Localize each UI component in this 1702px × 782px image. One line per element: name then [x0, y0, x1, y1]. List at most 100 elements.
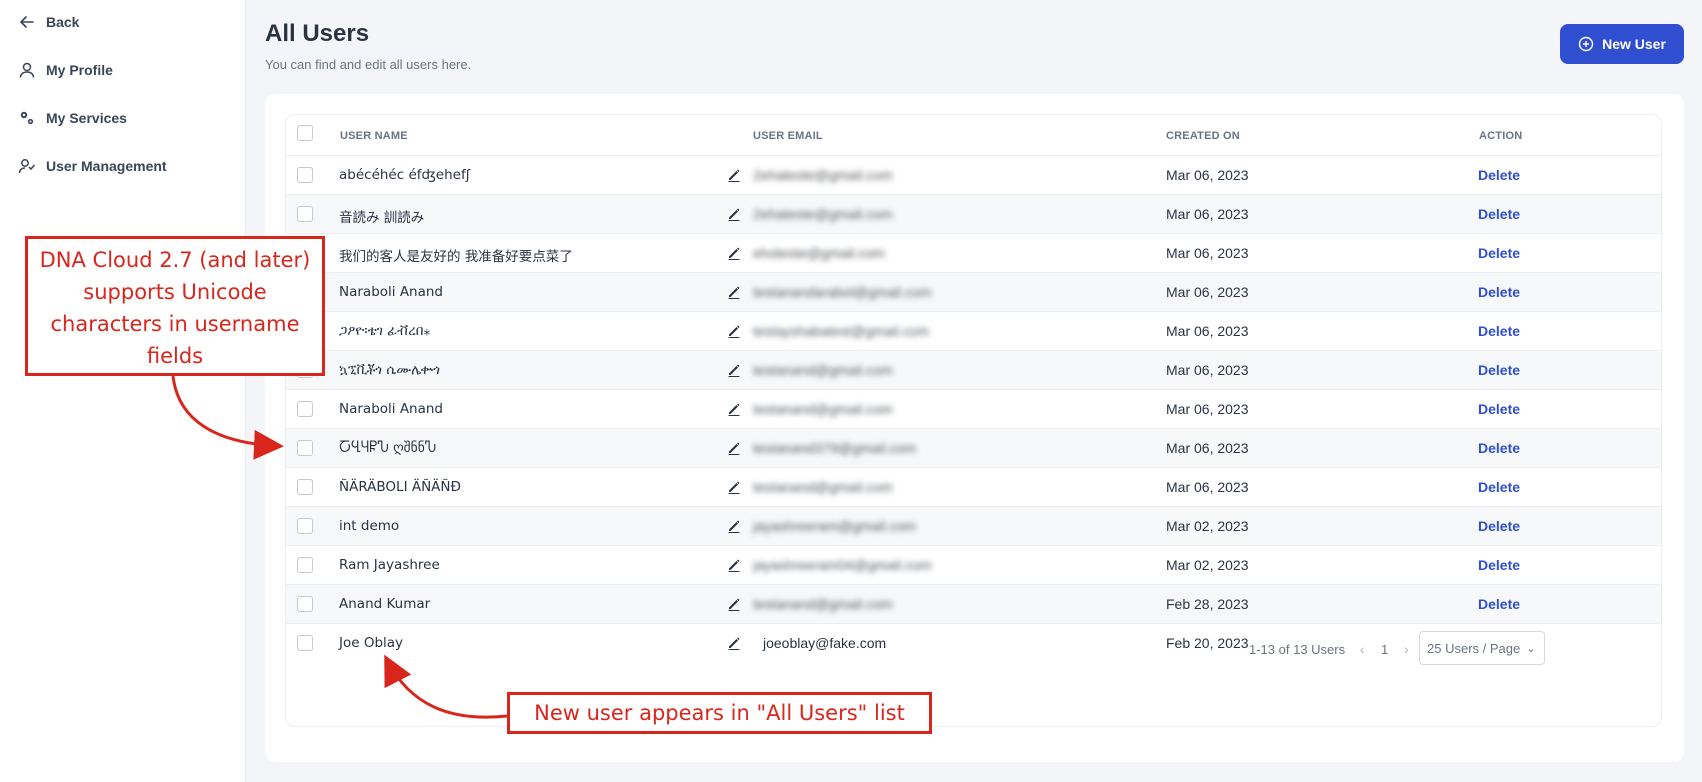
gears-icon	[18, 109, 36, 127]
table-row: Naraboli Anand testanand@gmail.com Mar 06,…	[286, 389, 1661, 428]
user-email-cell: 2ehateste@gmail.com	[753, 167, 893, 183]
pencil-icon[interactable]	[726, 323, 742, 339]
pencil-icon[interactable]	[726, 245, 742, 261]
main-content: All Users You can find and edit all user…	[246, 0, 1702, 782]
delete-link[interactable]: Delete	[1478, 401, 1520, 417]
sidebar-item-my-services[interactable]: My Services	[18, 109, 127, 127]
user-email-cell: ehoteste@gmail.com	[753, 245, 885, 261]
user-email-cell: testanand379@gmail.com	[753, 440, 916, 456]
created-on-cell: Mar 06, 2023	[1166, 167, 1249, 183]
callout-new-user: New user appears in "All Users" list	[507, 692, 932, 734]
column-header-created-on: CREATED ON	[1166, 130, 1240, 142]
pencil-icon[interactable]	[726, 518, 742, 534]
created-on-cell: Mar 02, 2023	[1166, 518, 1249, 534]
sidebar-item-user-management[interactable]: User Management	[18, 157, 167, 175]
sidebar-item-back[interactable]: Back	[18, 13, 79, 31]
delete-link[interactable]: Delete	[1478, 206, 1520, 222]
created-on-cell: Mar 06, 2023	[1166, 323, 1249, 339]
page-size-select[interactable]: 25 Users / Page ⌄	[1419, 631, 1545, 665]
table-row: int demo jayashreeram@gmail.com Mar 02, 20…	[286, 506, 1661, 545]
created-on-cell: Mar 06, 2023	[1166, 245, 1249, 261]
user-name-cell: Joe Oblay	[339, 635, 404, 651]
user-name-cell: Ram Jayashree	[339, 557, 440, 573]
pagination-page[interactable]: 1	[1381, 642, 1388, 657]
pencil-icon[interactable]	[726, 401, 742, 417]
user-email-cell: testanand@gmail.com	[753, 596, 893, 612]
pencil-icon[interactable]	[726, 557, 742, 573]
column-header-action: ACTION	[1479, 130, 1523, 142]
user-name-cell: 音読み 訓読み	[339, 210, 425, 226]
table-row: abécéhéc éfʤehefʃ 2ehateste@gmail.com Mar …	[286, 155, 1661, 194]
pencil-icon[interactable]	[726, 362, 742, 378]
delete-link[interactable]: Delete	[1478, 440, 1520, 456]
user-name-cell: ጋዖዮ፡ቴገ ፊቭረበ⁎	[339, 323, 431, 339]
users-card: USER NAME USER EMAIL CREATED ON ACTION a…	[265, 94, 1684, 762]
row-checkbox[interactable]	[297, 479, 313, 495]
new-user-button[interactable]: New User	[1560, 24, 1684, 64]
arrow-left-icon	[18, 13, 36, 31]
row-checkbox[interactable]	[297, 167, 313, 183]
user-name-cell: ÑÄRÄBOLI ÄÑÄÑĐ	[339, 479, 461, 495]
row-checkbox[interactable]	[297, 635, 313, 651]
chevron-left-icon[interactable]: ‹	[1360, 641, 1365, 657]
row-checkbox[interactable]	[297, 440, 313, 456]
table-header: USER NAME USER EMAIL CREATED ON ACTION	[286, 115, 1661, 155]
delete-link[interactable]: Delete	[1478, 323, 1520, 339]
table-row: ႠႡႷႼჀ ღშნნჀ testanand379@gmail.com Mar 06,…	[286, 428, 1661, 467]
users-table: USER NAME USER EMAIL CREATED ON ACTION a…	[285, 114, 1662, 727]
pencil-icon[interactable]	[726, 596, 742, 612]
delete-link[interactable]: Delete	[1478, 284, 1520, 300]
row-checkbox[interactable]	[297, 596, 313, 612]
table-row: 我们的客人是友好的 我准备好要点菜了 ehoteste@gmail.com Mar …	[286, 233, 1661, 272]
user-email-cell: testanand@gmail.com	[753, 362, 893, 378]
sidebar-item-label: User Management	[46, 158, 167, 174]
created-on-cell: Mar 06, 2023	[1166, 401, 1249, 417]
pencil-icon[interactable]	[726, 167, 742, 183]
user-email-cell: testanandarabol@gmail.com	[753, 284, 932, 300]
chevron-down-icon: ⌄	[1526, 642, 1536, 655]
delete-link[interactable]: Delete	[1478, 167, 1520, 183]
table-row: Ram Jayashree jayashreeram04@gmail.com Mar…	[286, 545, 1661, 584]
created-on-cell: Mar 06, 2023	[1166, 440, 1249, 456]
sidebar-item-my-profile[interactable]: My Profile	[18, 61, 113, 79]
table-row: Naraboli Anand testanandarabol@gmail.com M…	[286, 272, 1661, 311]
user-name-cell: Anand Kumar	[339, 596, 431, 612]
delete-link[interactable]: Delete	[1478, 245, 1520, 261]
row-checkbox[interactable]	[297, 518, 313, 534]
callout-unicode: DNA Cloud 2.7 (and later) supports Unico…	[25, 236, 325, 376]
delete-link[interactable]: Delete	[1478, 362, 1520, 378]
user-email-cell: testayshabatest@gmail.com	[753, 323, 930, 339]
page-size-value: 25 Users / Page	[1427, 640, 1521, 656]
delete-link[interactable]: Delete	[1478, 596, 1520, 612]
pencil-icon[interactable]	[726, 635, 742, 651]
pencil-icon[interactable]	[726, 206, 742, 222]
user-name-cell: ኳኚቪቾጎ ሴሙሌቍጎ	[339, 362, 440, 378]
user-name-cell: Naraboli Anand	[339, 401, 444, 417]
delete-link[interactable]: Delete	[1478, 479, 1520, 495]
sidebar-item-label: My Services	[46, 110, 127, 126]
pencil-icon[interactable]	[726, 284, 742, 300]
chevron-right-icon[interactable]: ›	[1404, 641, 1409, 657]
delete-link[interactable]: Delete	[1478, 557, 1520, 573]
row-checkbox[interactable]	[297, 206, 313, 222]
row-checkbox[interactable]	[297, 557, 313, 573]
sidebar: Back My Profile My Services User Managem…	[0, 0, 246, 782]
pencil-icon[interactable]	[726, 479, 742, 495]
user-email-cell: jayashreeram04@gmail.com	[753, 557, 932, 573]
column-header-user-email: USER EMAIL	[753, 130, 823, 142]
table-row: ጋዖዮ፡ቴገ ፊቭረበ⁎ testayshabatest@gmail.com Mar…	[286, 311, 1661, 350]
pencil-icon[interactable]	[726, 440, 742, 456]
page-title: All Users	[265, 20, 370, 47]
new-user-label: New User	[1602, 36, 1666, 52]
created-on-cell: Mar 02, 2023	[1166, 557, 1249, 573]
table-row: ኳኚቪቾጎ ሴሙሌቍጎ testanand@gmail.com Mar 06, 20…	[286, 350, 1661, 389]
user-name-cell: ႠႡႷႼჀ ღშნნჀ	[339, 440, 437, 456]
user-email-cell: joeoblay@fake.com	[763, 635, 887, 651]
delete-link[interactable]: Delete	[1478, 518, 1520, 534]
created-on-cell: Mar 06, 2023	[1166, 362, 1249, 378]
select-all-checkbox[interactable]	[297, 125, 313, 141]
table-row: ÑÄRÄBOLI ÄÑÄÑĐ testanand@gmail.com Mar 06,…	[286, 467, 1661, 506]
user-email-cell: 2ehateste@gmail.com	[753, 206, 893, 222]
created-on-cell: Mar 06, 2023	[1166, 206, 1249, 222]
row-checkbox[interactable]	[297, 401, 313, 417]
